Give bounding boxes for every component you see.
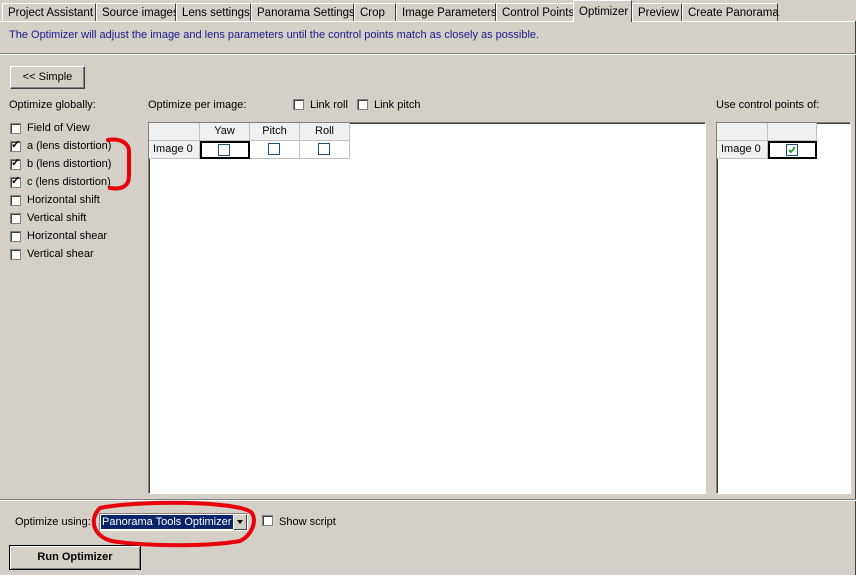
tab-optimizer[interactable]: Optimizer	[573, 0, 632, 22]
annotation-bracket	[106, 137, 131, 191]
annotation-overlay	[91, 137, 256, 548]
annotation-ellipse	[91, 500, 256, 548]
